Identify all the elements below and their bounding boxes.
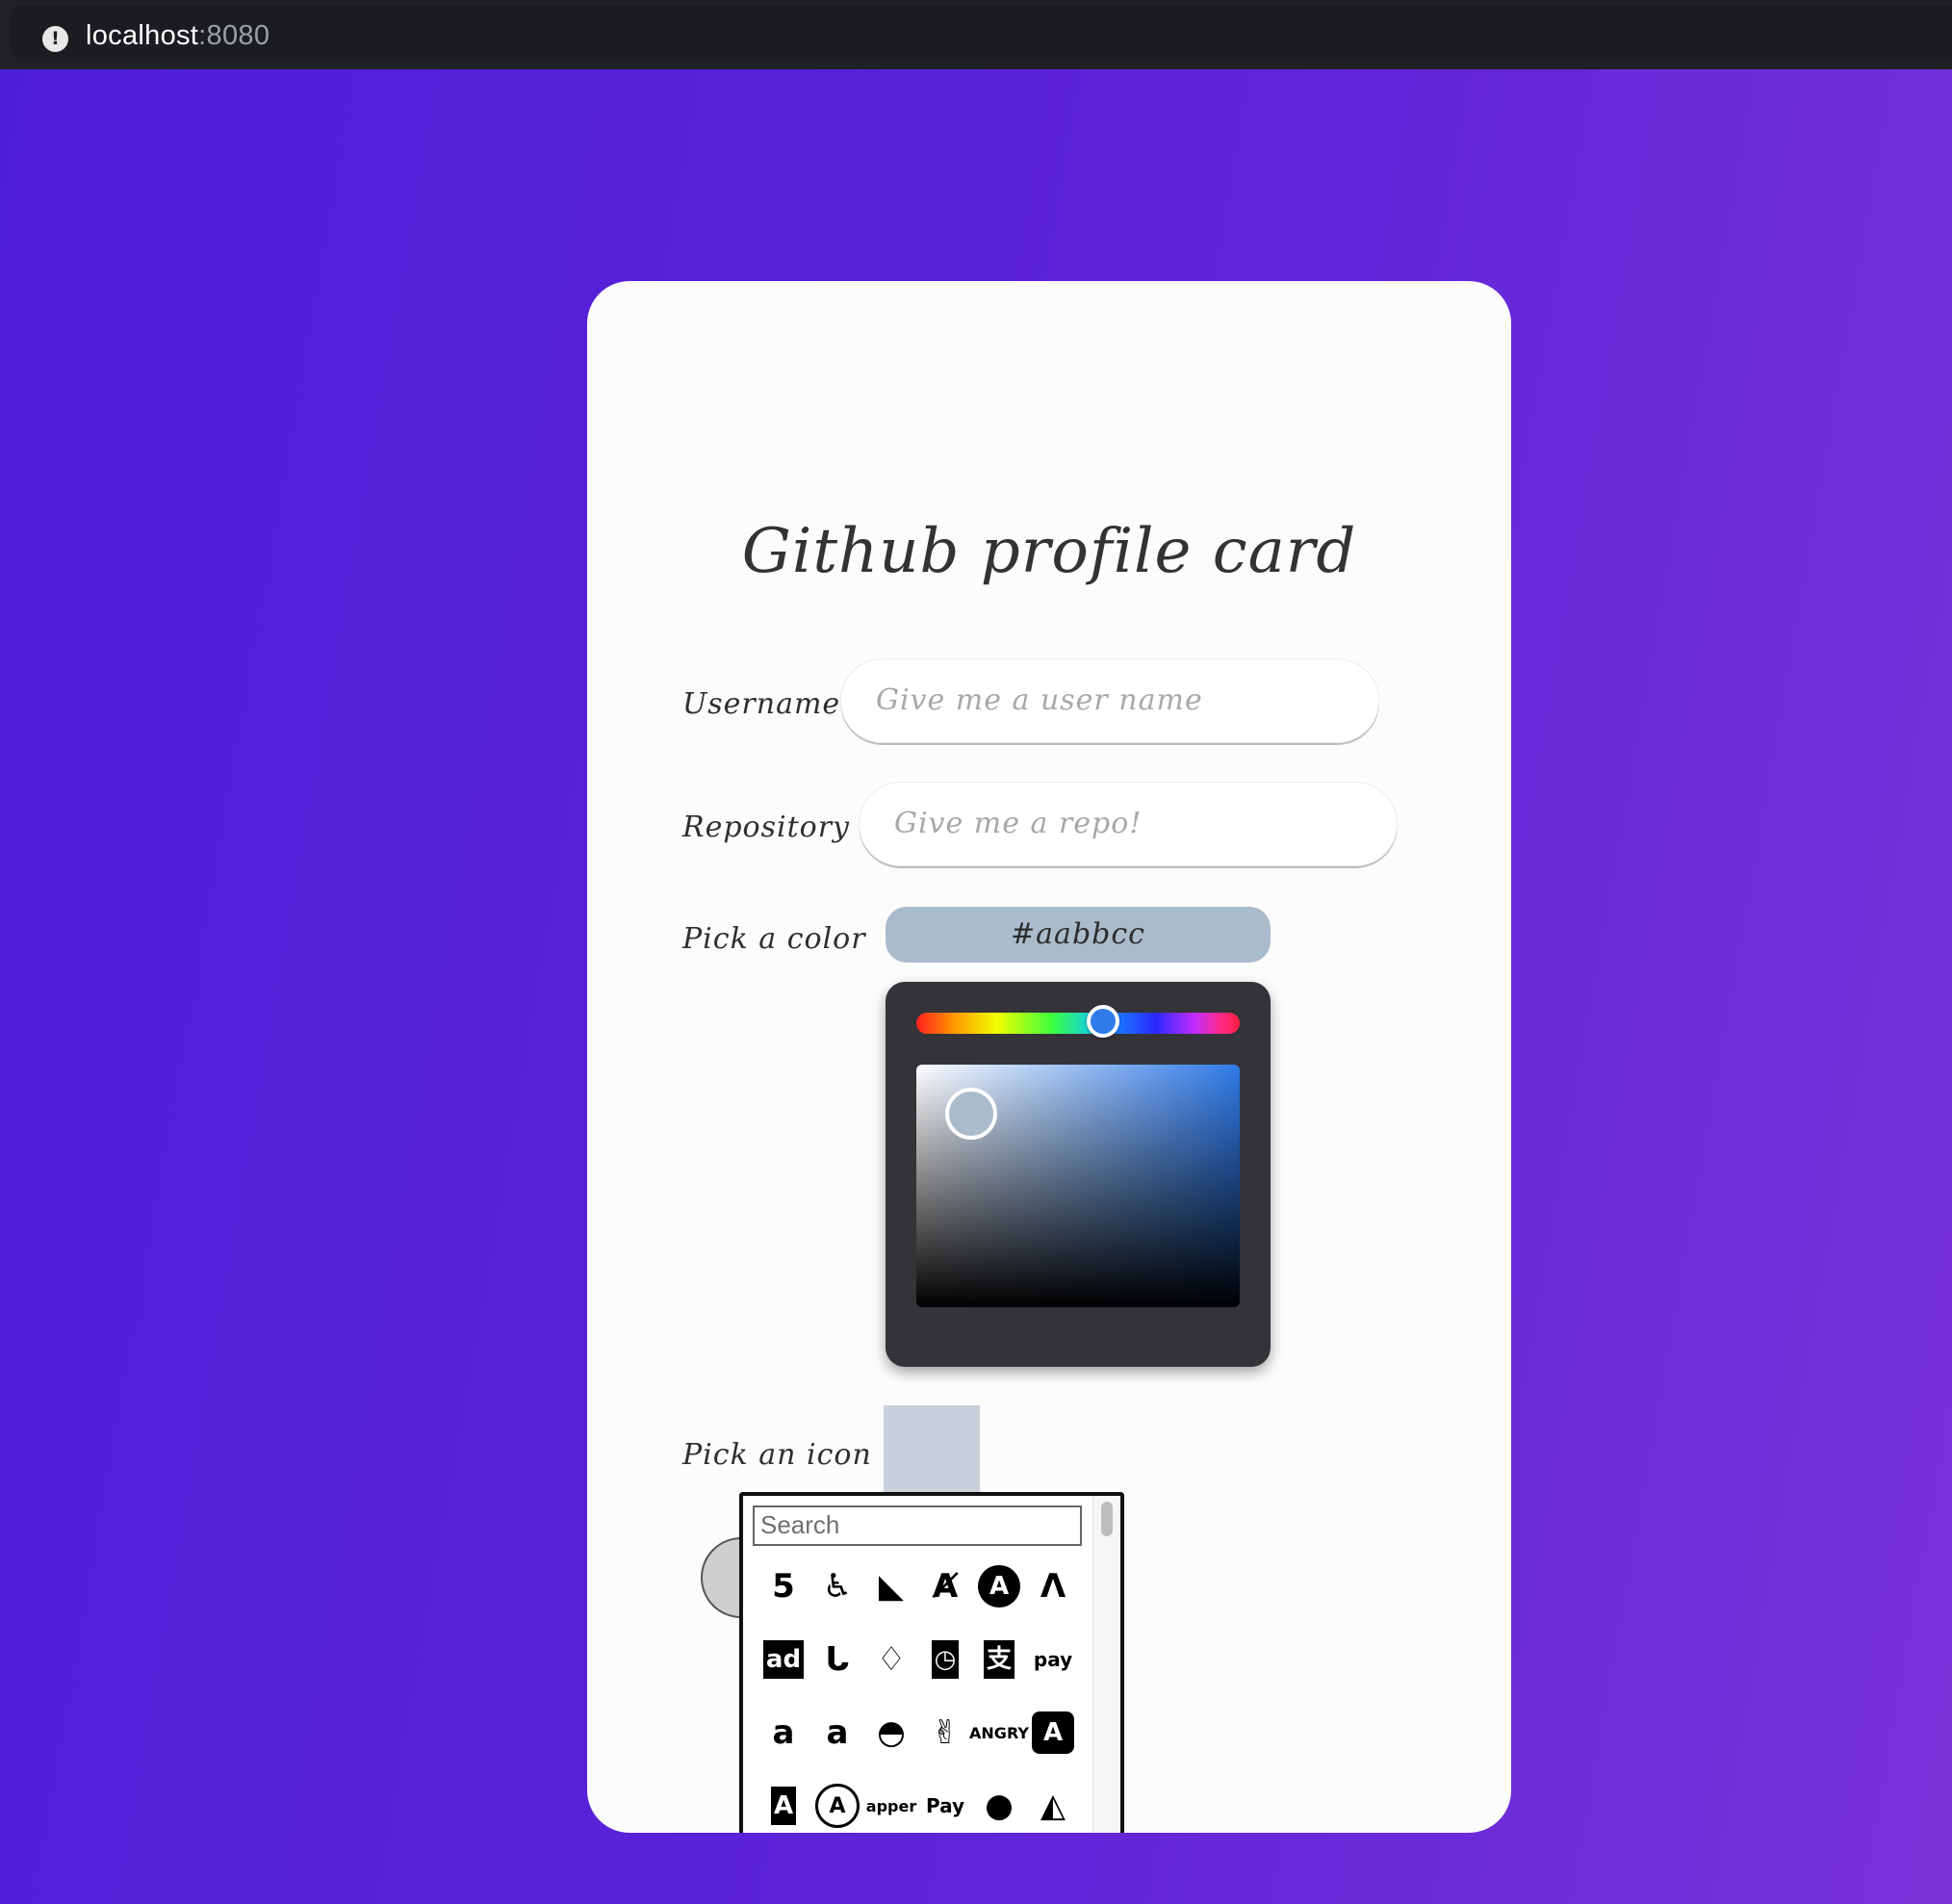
page-background: Github profile card Username Give me a u… — [0, 69, 1952, 1904]
icon-label: Pick an icon — [682, 1438, 872, 1472]
angular-icon[interactable]: A — [1026, 1696, 1080, 1769]
acquisitions-incorporated-icon[interactable]: Ⱥ — [918, 1550, 972, 1623]
algolia-icon[interactable]: ◷ — [918, 1623, 972, 1696]
500px-icon[interactable]: 5 — [757, 1550, 810, 1623]
scrollbar-thumb[interactable] — [1101, 1502, 1113, 1536]
saturation-value-handle[interactable] — [945, 1088, 997, 1140]
amilia-icon[interactable]: a — [810, 1696, 864, 1769]
url-port: :8080 — [198, 20, 270, 51]
url-host: localhost — [86, 20, 199, 51]
accusoft-icon[interactable]: ◣ — [864, 1550, 918, 1623]
repository-input[interactable]: Give me a repo! — [859, 782, 1398, 866]
color-picker-popover — [886, 982, 1271, 1367]
username-label: Username — [682, 687, 841, 721]
alipay-icon[interactable]: 支 — [972, 1623, 1026, 1696]
amazon-pay-icon[interactable]: pay — [1026, 1623, 1080, 1696]
profile-card-form: Github profile card Username Give me a u… — [587, 281, 1511, 1833]
angellist-icon[interactable]: ✌ — [918, 1696, 972, 1769]
airbnb-icon[interactable]: ♢ — [864, 1623, 918, 1696]
angrycreative-icon[interactable]: ANGRY — [969, 1696, 1029, 1769]
color-value-button[interactable]: #aabbcc — [886, 907, 1271, 963]
repository-placeholder: Give me a repo! — [894, 807, 1143, 840]
icon-search-input[interactable]: Search — [753, 1505, 1082, 1546]
app-store-icon[interactable]: A — [810, 1769, 864, 1833]
icon-list-scrollbar[interactable] — [1092, 1496, 1120, 1833]
icon-grid: 5 ♿ ◣ Ⱥ A Λ ad ᒐ ♢ ◷ 支 pay a a ◓ ✌ ANGRY… — [757, 1550, 1080, 1833]
apper-icon[interactable]: apper — [864, 1769, 918, 1833]
page-title: Github profile card — [741, 516, 1357, 587]
accessible-icon-icon[interactable]: ♿ — [810, 1550, 864, 1623]
adobe-icon[interactable]: Λ — [1026, 1550, 1080, 1623]
artstation-icon[interactable]: ◭ — [1026, 1769, 1080, 1833]
app-store-ios-icon[interactable]: A — [757, 1769, 810, 1833]
color-label: Pick a color — [682, 922, 866, 956]
adn-icon[interactable]: A — [972, 1550, 1026, 1623]
adversal-icon[interactable]: ad — [757, 1623, 810, 1696]
hue-slider[interactable] — [916, 1005, 1240, 1038]
affiliatetheme-icon[interactable]: ᒐ — [810, 1623, 864, 1696]
username-placeholder: Give me a user name — [876, 683, 1203, 717]
amazon-icon[interactable]: a — [757, 1696, 810, 1769]
url-text: localhost:8080 — [86, 20, 270, 52]
site-info-icon[interactable]: ! — [42, 26, 68, 52]
address-bar[interactable]: ! localhost:8080 — [11, 6, 1952, 59]
icon-picker-dropdown: Search 5 ♿ ◣ Ⱥ A Λ ad ᒐ ♢ ◷ 支 pay a a ◓ — [739, 1492, 1124, 1833]
saturation-value-area[interactable] — [916, 1065, 1240, 1307]
browser-chrome: ! localhost:8080 — [0, 0, 1952, 69]
username-input[interactable]: Give me a user name — [840, 658, 1379, 743]
apple-pay-icon[interactable]: Pay — [918, 1769, 972, 1833]
apple-icon[interactable]: ● — [972, 1769, 1026, 1833]
android-icon[interactable]: ◓ — [864, 1696, 918, 1769]
hue-slider-handle[interactable] — [1087, 1005, 1119, 1038]
repository-label: Repository — [682, 810, 851, 844]
icon-picker-button[interactable] — [884, 1405, 980, 1494]
